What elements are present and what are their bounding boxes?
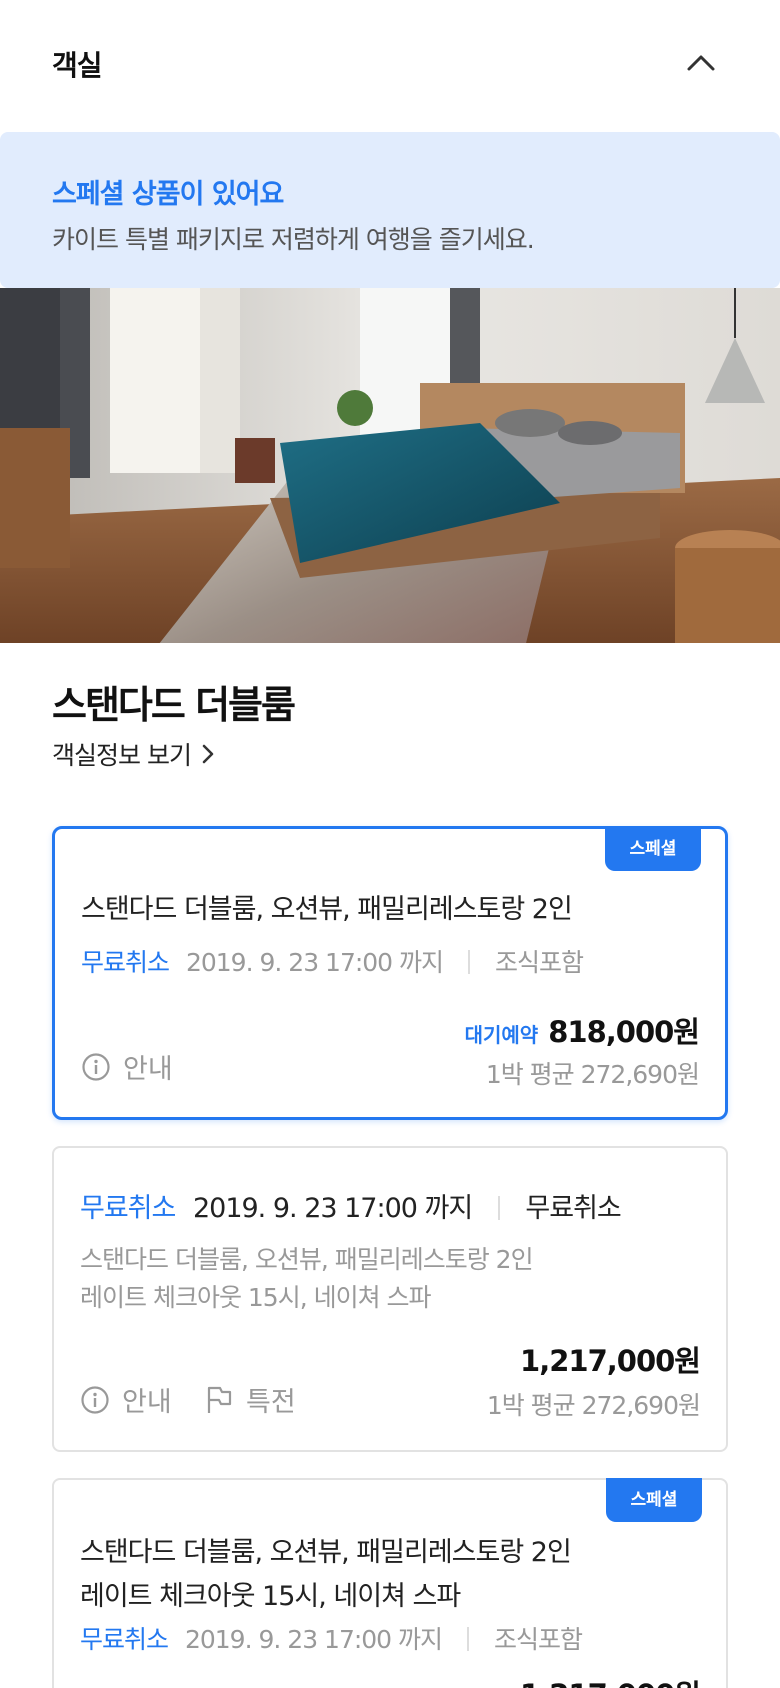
cancel-deadline: 2019. 9. 23 17:00 까지 xyxy=(185,948,444,977)
benefit-button[interactable]: 특전 xyxy=(204,1380,296,1419)
guide-button[interactable]: 안내 xyxy=(81,1047,173,1086)
rate-title: 스탠다드 더블룸, 오션뷰, 패밀리레스토랑 2인 xyxy=(81,894,573,925)
guide-label: 안내 xyxy=(123,1054,173,1085)
meal-label: 조식포함 xyxy=(494,948,584,977)
info-icon xyxy=(82,1052,110,1081)
special-promo-banner: 스페셜 상품이 있어요 카이트 특별 패키지로 저렴하게 여행을 즐기세요. xyxy=(0,132,780,288)
cancel-deadline: 2019. 9. 23 17:00 까지 xyxy=(192,1193,473,1224)
guide-button[interactable]: 안내 xyxy=(80,1380,172,1419)
price-row: 1,217,000원 xyxy=(520,1338,701,1380)
chevron-right-icon xyxy=(202,744,214,764)
benefit-label: 특전 xyxy=(246,1387,296,1418)
special-badge: 스페셜 xyxy=(605,827,701,871)
section-title: 객실 xyxy=(52,49,103,82)
rate-title-2: 레이트 체크아웃 15시, 네이쳐 스파 xyxy=(80,1581,461,1612)
divider xyxy=(467,1627,469,1651)
nightly-average: 1박 평균 272,690원 xyxy=(485,1060,700,1089)
promo-title: 스페셜 상품이 있어요 xyxy=(52,179,284,210)
promo-description: 카이트 특별 패키지로 저렴하게 여행을 즐기세요. xyxy=(52,225,535,254)
rate-description-2: 레이트 체크아웃 15시, 네이쳐 스파 xyxy=(80,1283,432,1312)
room-info-link-label: 객실정보 보기 xyxy=(52,741,192,770)
room-name: 스탠다드 더블룸 xyxy=(52,683,296,727)
room-photo xyxy=(0,288,780,643)
chevron-up-icon[interactable] xyxy=(686,48,716,78)
special-badge: 스페셜 xyxy=(606,1478,702,1522)
cancel-policy-row: 무료취소 2019. 9. 23 17:00 까지 조식포함 xyxy=(81,943,584,979)
rate-title-1: 스탠다드 더블룸, 오션뷰, 패밀리레스토랑 2인 xyxy=(80,1537,572,1568)
total-price: 1,217,000원 xyxy=(520,1672,701,1688)
free-cancel-label: 무료취소 xyxy=(80,1625,169,1654)
rate-card[interactable]: 스페셜 스탠다드 더블룸, 오션뷰, 패밀리레스토랑 2인 무료취소 2019.… xyxy=(52,826,728,1120)
room-info-link[interactable]: 객실정보 보기 xyxy=(52,736,215,772)
price-row: 1,217,000원 xyxy=(520,1672,701,1688)
extra-label: 무료취소 xyxy=(525,1193,621,1224)
total-price: 818,000원 xyxy=(548,1015,700,1049)
rate-description-1: 스탠다드 더블룸, 오션뷰, 패밀리레스토랑 2인 xyxy=(80,1245,534,1274)
rate-card[interactable]: 무료취소 2019. 9. 23 17:00 까지 무료취소 스탠다드 더블룸,… xyxy=(52,1146,728,1452)
nightly-average: 1박 평균 272,690원 xyxy=(486,1391,701,1420)
cancel-policy-row: 무료취소 2019. 9. 23 17:00 까지 조식포함 xyxy=(80,1620,583,1656)
room-section-header[interactable]: 객실 xyxy=(0,0,780,124)
rate-card[interactable]: 스페셜 스탠다드 더블룸, 오션뷰, 패밀리레스토랑 2인 레이트 체크아웃 1… xyxy=(52,1478,728,1688)
cancel-deadline: 2019. 9. 23 17:00 까지 xyxy=(184,1625,443,1654)
info-icon xyxy=(81,1385,109,1414)
price-row: 대기예약 818,000원 xyxy=(464,1009,700,1051)
cancel-policy-row: 무료취소 2019. 9. 23 17:00 까지 무료취소 xyxy=(80,1186,622,1225)
guide-label: 안내 xyxy=(122,1387,172,1418)
waitlist-label: 대기예약 xyxy=(464,1023,539,1047)
total-price: 1,217,000원 xyxy=(520,1344,701,1378)
divider xyxy=(497,1196,500,1220)
divider xyxy=(468,950,470,974)
meal-label: 조식포함 xyxy=(493,1625,583,1654)
flag-icon xyxy=(207,1386,232,1413)
free-cancel-label: 무료취소 xyxy=(80,1193,176,1224)
free-cancel-label: 무료취소 xyxy=(81,948,170,977)
